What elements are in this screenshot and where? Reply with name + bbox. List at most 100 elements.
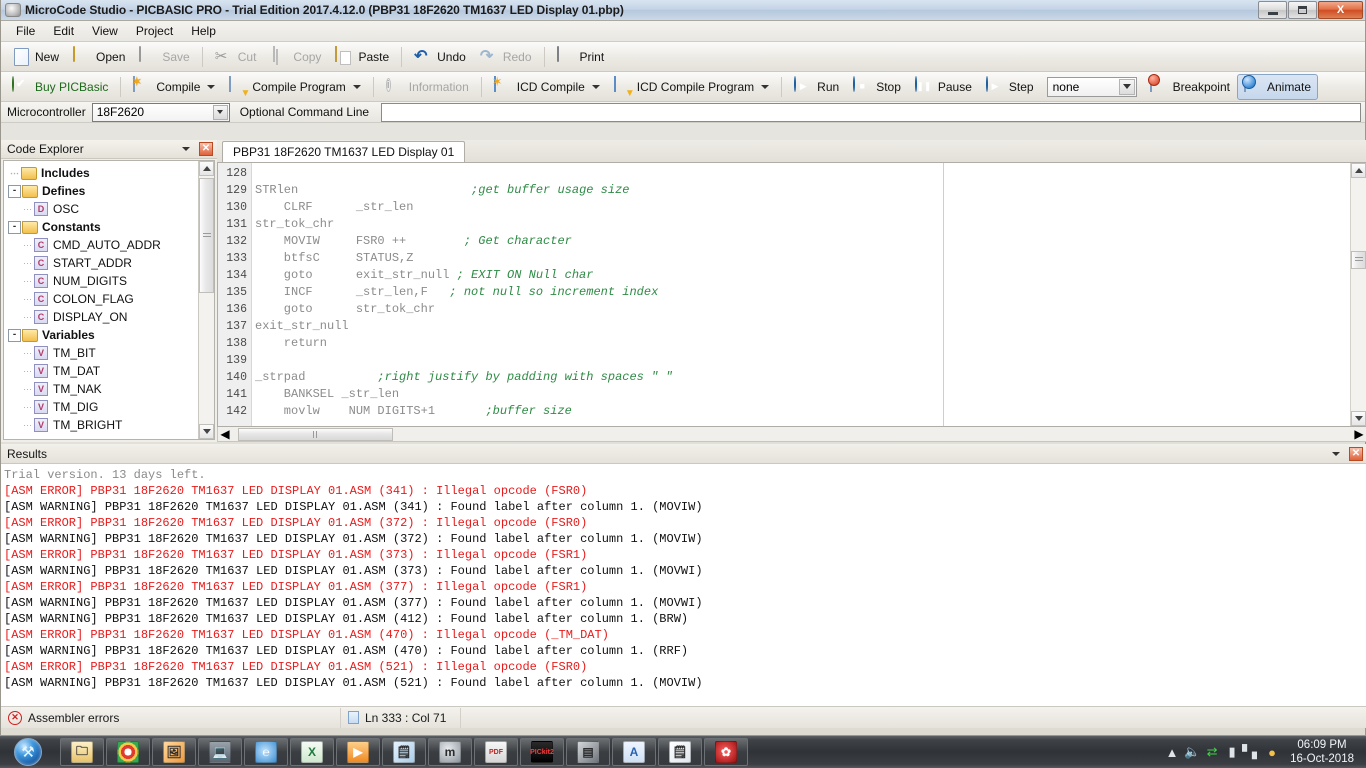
code-line[interactable]: BANKSEL _str_len	[252, 386, 1350, 403]
tree-item-cmd-auto-addr[interactable]: ⋯CCMD_AUTO_ADDR	[8, 236, 198, 254]
step-button[interactable]: ▶ Step	[979, 74, 1041, 100]
result-info-line[interactable]: Trial version. 13 days left.	[4, 467, 1366, 483]
battery-icon[interactable]: ▮	[1222, 740, 1242, 764]
start-button[interactable]: ⚒	[2, 737, 54, 767]
panel-menu-chevron-down-icon[interactable]	[182, 147, 190, 151]
minimize-button[interactable]	[1258, 1, 1287, 19]
taskbar-item-notepad-docs[interactable]: 🗒	[382, 738, 426, 766]
tree-item-colon-flag[interactable]: ⋯CCOLON_FLAG	[8, 290, 198, 308]
tree-item-constants[interactable]: -Constants	[8, 218, 198, 236]
menu-project[interactable]: Project	[127, 22, 182, 40]
scrollbar-thumb[interactable]	[199, 178, 214, 293]
tree-expander[interactable]: -	[8, 221, 21, 234]
code-line[interactable]: STRlen ;get buffer usage size	[252, 182, 1350, 199]
result-error-line[interactable]: [ASM ERROR] PBP31 18F2620 TM1637 LED DIS…	[4, 515, 1366, 531]
menu-help[interactable]: Help	[182, 22, 225, 40]
open-button[interactable]: Open	[66, 44, 132, 70]
code-line[interactable]: MOVIW FSR0 ++ ; Get character	[252, 233, 1350, 250]
clock[interactable]: 06:09 PM 16-Oct-2018	[1290, 738, 1360, 766]
cut-button[interactable]: ✂ Cut	[208, 44, 264, 70]
results-close-button[interactable]: ✕	[1349, 447, 1363, 461]
hscroll-track[interactable]	[232, 428, 1352, 441]
icd-compile-button[interactable]: ICD Compile	[487, 74, 607, 100]
editor-vertical-scrollbar[interactable]	[1350, 163, 1366, 426]
compile-button[interactable]: Compile	[126, 74, 222, 100]
code-line[interactable]: INCF _str_len,F ; not null so increment …	[252, 284, 1350, 301]
code-line[interactable]: exit_str_null	[252, 318, 1350, 335]
code-line[interactable]: btfsC STATUS,Z	[252, 250, 1350, 267]
breakpoint-button[interactable]: Breakpoint	[1143, 74, 1237, 100]
chevron-down-icon[interactable]	[1119, 79, 1135, 95]
tree-expander[interactable]: -	[8, 185, 21, 198]
scroll-down-arrow-icon[interactable]	[1351, 411, 1366, 426]
result-warning-line[interactable]: [ASM WARNING] PBP31 18F2620 TM1637 LED D…	[4, 499, 1366, 515]
editor-horizontal-scrollbar[interactable]: ◀ ▶	[217, 427, 1366, 442]
scroll-right-arrow-icon[interactable]: ▶	[1352, 428, 1366, 441]
taskbar-item-laptop-utility[interactable]: 💻	[198, 738, 242, 766]
code-text[interactable]: STRlen ;get buffer usage size CLRF _str_…	[252, 163, 1350, 426]
scroll-down-arrow-icon[interactable]	[199, 424, 214, 439]
tree-item-tm-dig[interactable]: ⋯VTM_DIG	[8, 398, 198, 416]
result-warning-line[interactable]: [ASM WARNING] PBP31 18F2620 TM1637 LED D…	[4, 643, 1366, 659]
step-mode-select[interactable]: none	[1047, 77, 1137, 97]
result-error-line[interactable]: [ASM ERROR] PBP31 18F2620 TM1637 LED DIS…	[4, 627, 1366, 643]
taskbar-item-google-chrome[interactable]: ◉	[106, 738, 150, 766]
buy-picbasic-button[interactable]: Buy PICBasic	[5, 74, 115, 100]
taskbar-item-paint-splat[interactable]: ✿	[704, 738, 748, 766]
show-hidden-icons-arrow-icon[interactable]: ▲	[1162, 740, 1182, 764]
new-button[interactable]: New	[5, 44, 66, 70]
result-error-line[interactable]: [ASM ERROR] PBP31 18F2620 TM1637 LED DIS…	[4, 659, 1366, 675]
taskbar-item-pdf-reader[interactable]: PDF	[474, 738, 518, 766]
tree-item-osc[interactable]: ⋯DOSC	[8, 200, 198, 218]
run-button[interactable]: ▶ Run	[787, 74, 846, 100]
close-button[interactable]: X	[1318, 1, 1363, 19]
taskbar-item-mpu-tool[interactable]: m	[428, 738, 472, 766]
scroll-up-arrow-icon[interactable]	[199, 161, 214, 176]
information-button[interactable]: i Information	[379, 74, 476, 100]
chevron-down-icon[interactable]	[353, 85, 361, 89]
code-explorer-scrollbar[interactable]	[198, 161, 214, 439]
tree-item-defines[interactable]: -Defines	[8, 182, 198, 200]
animate-button[interactable]: Animate	[1237, 74, 1318, 100]
code-line[interactable]	[252, 352, 1350, 369]
tree-item-display-on[interactable]: ⋯CDISPLAY_ON	[8, 308, 198, 326]
code-explorer-tree[interactable]: ⋯Includes-Defines⋯DOSC-Constants⋯CCMD_AU…	[4, 161, 198, 439]
code-line[interactable]: CLRF _str_len	[252, 199, 1350, 216]
copy-button[interactable]: Copy	[263, 44, 328, 70]
pause-button[interactable]: ❚❚ Pause	[908, 74, 979, 100]
menu-file[interactable]: File	[7, 22, 44, 40]
taskbar-item-internet-explorer[interactable]: ℮	[244, 738, 288, 766]
chevron-down-icon[interactable]	[207, 85, 215, 89]
volume-icon[interactable]: 🔈	[1182, 740, 1202, 764]
optional-command-line-input[interactable]	[381, 103, 1361, 122]
panel-menu-chevron-down-icon[interactable]	[1332, 452, 1340, 456]
result-warning-line[interactable]: [ASM WARNING] PBP31 18F2620 TM1637 LED D…	[4, 611, 1366, 627]
save-button[interactable]: Save	[132, 44, 196, 70]
action-center-icon[interactable]: ●	[1262, 740, 1282, 764]
scroll-left-arrow-icon[interactable]: ◀	[218, 428, 232, 441]
result-warning-line[interactable]: [ASM WARNING] PBP31 18F2620 TM1637 LED D…	[4, 675, 1366, 691]
code-line[interactable]: _strpad ;right justify by padding with s…	[252, 369, 1350, 386]
result-error-line[interactable]: [ASM ERROR] PBP31 18F2620 TM1637 LED DIS…	[4, 547, 1366, 563]
scroll-up-arrow-icon[interactable]	[1351, 163, 1366, 178]
taskbar-item-excel[interactable]: X	[290, 738, 334, 766]
redo-button[interactable]: ↷ Redo	[473, 44, 539, 70]
taskbar-item-windows-explorer[interactable]: 🗀	[60, 738, 104, 766]
chevron-down-icon[interactable]	[592, 85, 600, 89]
tree-item-tm-dat[interactable]: ⋯VTM_DAT	[8, 362, 198, 380]
stop-button[interactable]: ■ Stop	[846, 74, 908, 100]
signal-bars-icon[interactable]: ▘▖	[1242, 740, 1262, 764]
taskbar-item-word-processor[interactable]: A	[612, 738, 656, 766]
tree-item-tm-bit[interactable]: ⋯VTM_BIT	[8, 344, 198, 362]
taskbar-item-pickit2[interactable]: PICkit2	[520, 738, 564, 766]
result-warning-line[interactable]: [ASM WARNING] PBP31 18F2620 TM1637 LED D…	[4, 563, 1366, 579]
icd-compile-program-button[interactable]: ICD Compile Program	[607, 74, 776, 100]
scrollbar-thumb[interactable]	[1351, 251, 1366, 269]
menu-edit[interactable]: Edit	[44, 22, 83, 40]
code-line[interactable]: str_tok_chr	[252, 216, 1350, 233]
tree-item-includes[interactable]: ⋯Includes	[8, 164, 198, 182]
code-explorer-close-button[interactable]: ✕	[199, 142, 213, 156]
tab-pbp31-18f2620-tm1637-led-display-01[interactable]: PBP31 18F2620 TM1637 LED Display 01	[222, 141, 465, 162]
tree-item-start-addr[interactable]: ⋯CSTART_ADDR	[8, 254, 198, 272]
print-button[interactable]: Print	[550, 44, 612, 70]
